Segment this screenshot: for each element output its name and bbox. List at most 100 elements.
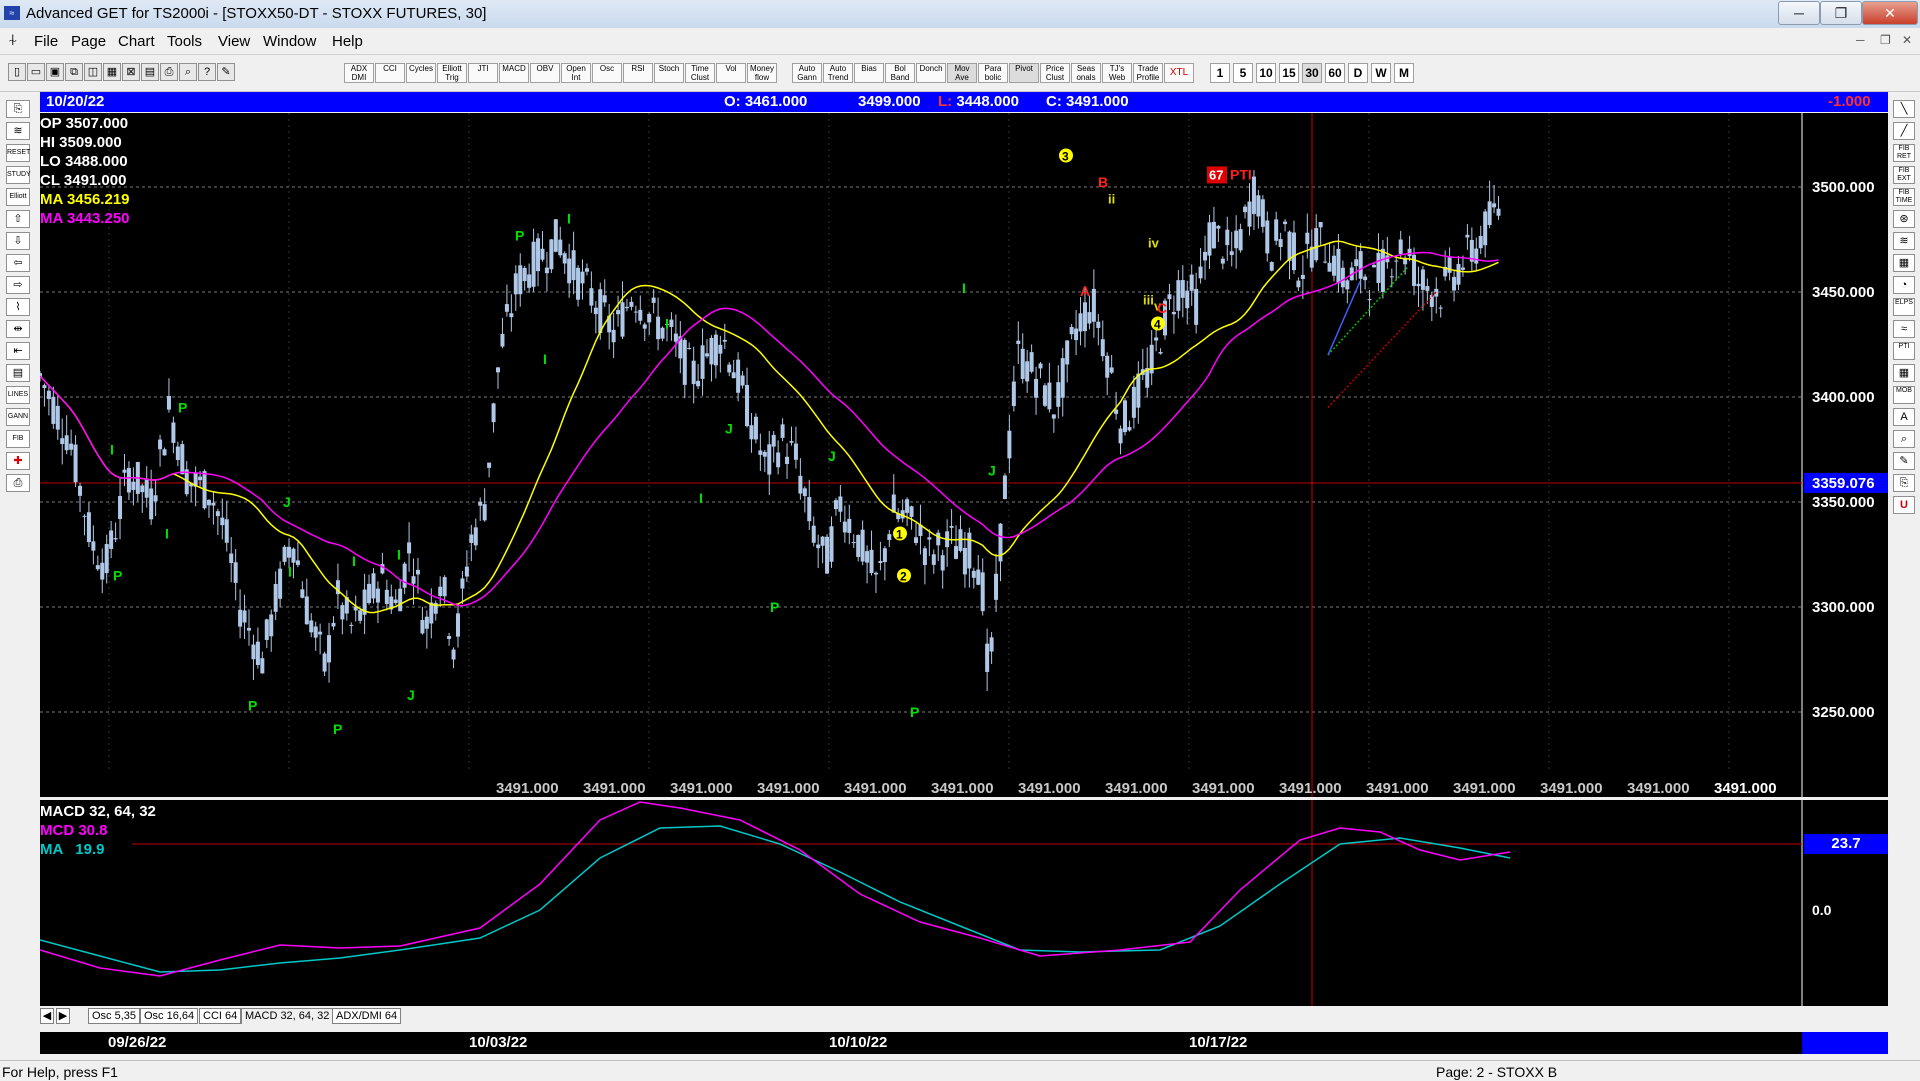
indicator-button[interactable]: CCI: [375, 63, 405, 83]
indicator-button[interactable]: Time Clust: [685, 63, 715, 83]
study-button[interactable]: Auto Gann: [792, 63, 822, 83]
mdi-minimize-icon[interactable]: ─: [1856, 33, 1865, 47]
indicator-button[interactable]: Osc: [592, 63, 622, 83]
right-tool-icon[interactable]: MOB: [1893, 386, 1915, 404]
right-tool-icon[interactable]: ELPS: [1893, 298, 1915, 316]
menu-page[interactable]: Page: [71, 33, 106, 50]
left-tool-icon[interactable]: ⇩: [6, 232, 30, 250]
left-tool-icon[interactable]: ⎘: [6, 100, 30, 118]
study-button[interactable]: Seas onals: [1071, 63, 1101, 83]
toolbar-icon[interactable]: ✎: [217, 63, 235, 81]
tab-macd[interactable]: MACD 32, 64, 32: [241, 1008, 334, 1024]
mdi-close-icon[interactable]: ✕: [1902, 33, 1912, 47]
indicator-button[interactable]: OBV: [530, 63, 560, 83]
menu-window[interactable]: Window: [263, 33, 316, 50]
left-tool-icon[interactable]: FIB: [6, 430, 30, 448]
left-tool-icon[interactable]: LINES: [6, 386, 30, 404]
study-button[interactable]: XTL: [1164, 63, 1194, 83]
left-tool-icon[interactable]: Elliott: [6, 188, 30, 206]
macd-panel[interactable]: MACD 32, 64, 32 MCD 30.8 MA 19.9 23.7 0.…: [40, 800, 1888, 1006]
right-tool-icon[interactable]: ≈: [1893, 320, 1915, 338]
timeframe-button[interactable]: W: [1371, 63, 1391, 83]
left-tool-icon[interactable]: RESET: [6, 144, 30, 162]
right-tool-icon[interactable]: ⎘: [1893, 474, 1915, 492]
right-tool-icon[interactable]: ╲: [1893, 100, 1915, 118]
study-button[interactable]: Bias: [854, 63, 884, 83]
study-button[interactable]: Para bolic: [978, 63, 1008, 83]
indicator-button[interactable]: Cycles: [406, 63, 436, 83]
right-tool-icon[interactable]: ◔: [1893, 276, 1915, 294]
study-button[interactable]: Bol Band: [885, 63, 915, 83]
left-tool-icon[interactable]: ≋: [6, 122, 30, 140]
left-tool-icon[interactable]: ⇹: [6, 320, 30, 338]
timeframe-button[interactable]: 30: [1302, 63, 1322, 83]
right-tool-icon[interactable]: A: [1893, 408, 1915, 426]
right-tool-icon[interactable]: ▦: [1893, 254, 1915, 272]
toolbar-icon[interactable]: ⎙: [160, 63, 178, 81]
timeframe-button[interactable]: 60: [1325, 63, 1345, 83]
minimize-button[interactable]: ─: [1778, 1, 1820, 25]
timeframe-button[interactable]: 10: [1256, 63, 1276, 83]
tab-prev-arrow[interactable]: ◀: [40, 1008, 54, 1024]
timeframe-button[interactable]: 5: [1233, 63, 1253, 83]
menu-chart[interactable]: Chart: [118, 33, 155, 50]
right-tool-icon[interactable]: FIB RET: [1893, 144, 1915, 162]
timeframe-button[interactable]: D: [1348, 63, 1368, 83]
indicator-button[interactable]: Vol: [716, 63, 746, 83]
left-tool-icon[interactable]: ✚: [6, 452, 30, 470]
toolbar-icon[interactable]: ⌕: [179, 63, 197, 81]
toolbar-icon[interactable]: ▭: [27, 63, 45, 81]
right-tool-icon[interactable]: ⌕: [1893, 430, 1915, 448]
study-button[interactable]: Mov Ave: [947, 63, 977, 83]
tab-adx-dmi[interactable]: ADX/DMI 64: [332, 1008, 402, 1024]
study-button[interactable]: Donch: [916, 63, 946, 83]
right-tool-icon[interactable]: ⊛: [1893, 210, 1915, 228]
left-tool-icon[interactable]: GANN: [6, 408, 30, 426]
left-tool-icon[interactable]: STUDY: [6, 166, 31, 184]
right-tool-icon[interactable]: PTI: [1893, 342, 1915, 360]
menu-file[interactable]: File: [34, 33, 58, 50]
price-chart[interactable]: 3500.000 3450.000 3400.000 3350.000 3300.000…: [40, 113, 1888, 797]
indicator-button[interactable]: Elliott Trig: [437, 63, 467, 83]
indicator-button[interactable]: JTI: [468, 63, 498, 83]
timeframe-button[interactable]: 15: [1279, 63, 1299, 83]
close-button[interactable]: ✕: [1862, 1, 1918, 25]
tab-cci-64[interactable]: CCI 64: [199, 1008, 242, 1024]
toolbar-icon[interactable]: ▯: [8, 63, 26, 81]
right-tool-icon[interactable]: ≋: [1893, 232, 1915, 250]
toolbar-icon[interactable]: ▣: [46, 63, 64, 81]
toolbar-icon[interactable]: ▤: [141, 63, 159, 81]
right-tool-icon[interactable]: U: [1893, 496, 1915, 514]
indicator-button[interactable]: ADX DMI: [344, 63, 374, 83]
left-tool-icon[interactable]: ⌇: [6, 298, 30, 316]
left-tool-icon[interactable]: ⇨: [6, 276, 30, 294]
tab-next-arrow[interactable]: ▶: [56, 1008, 70, 1024]
left-tool-icon[interactable]: ⇧: [6, 210, 30, 228]
indicator-button[interactable]: RSI: [623, 63, 653, 83]
toolbar-icon[interactable]: ⧉: [65, 63, 83, 81]
study-button[interactable]: Price Clust: [1040, 63, 1070, 83]
toolbar-icon[interactable]: ⊠: [122, 63, 140, 81]
timeframe-button[interactable]: 1: [1210, 63, 1230, 83]
study-button[interactable]: Trade Profile: [1133, 63, 1163, 83]
toolbar-icon[interactable]: ◫: [84, 63, 102, 81]
right-tool-icon[interactable]: FIB EXT: [1893, 166, 1915, 184]
study-button[interactable]: Auto Trend: [823, 63, 853, 83]
study-button[interactable]: Pivot: [1009, 63, 1039, 83]
toolbar-icon[interactable]: ▦: [103, 63, 121, 81]
menu-tools[interactable]: Tools: [167, 33, 202, 50]
menu-help[interactable]: Help: [332, 33, 363, 50]
menu-view[interactable]: View: [218, 33, 250, 50]
timeframe-button[interactable]: M: [1394, 63, 1414, 83]
indicator-button[interactable]: Money flow: [747, 63, 777, 83]
right-tool-icon[interactable]: ╱: [1893, 122, 1915, 140]
left-tool-icon[interactable]: ▤: [6, 364, 30, 382]
left-tool-icon[interactable]: ⇦: [6, 254, 30, 272]
indicator-button[interactable]: MACD: [499, 63, 529, 83]
right-tool-icon[interactable]: ▦: [1893, 364, 1915, 382]
tab-osc-5-35[interactable]: Osc 5,35: [88, 1008, 141, 1024]
left-tool-icon[interactable]: ⇤: [6, 342, 30, 360]
indicator-button[interactable]: Open Int: [561, 63, 591, 83]
indicator-button[interactable]: Stoch: [654, 63, 684, 83]
right-tool-icon[interactable]: ✎: [1893, 452, 1915, 470]
